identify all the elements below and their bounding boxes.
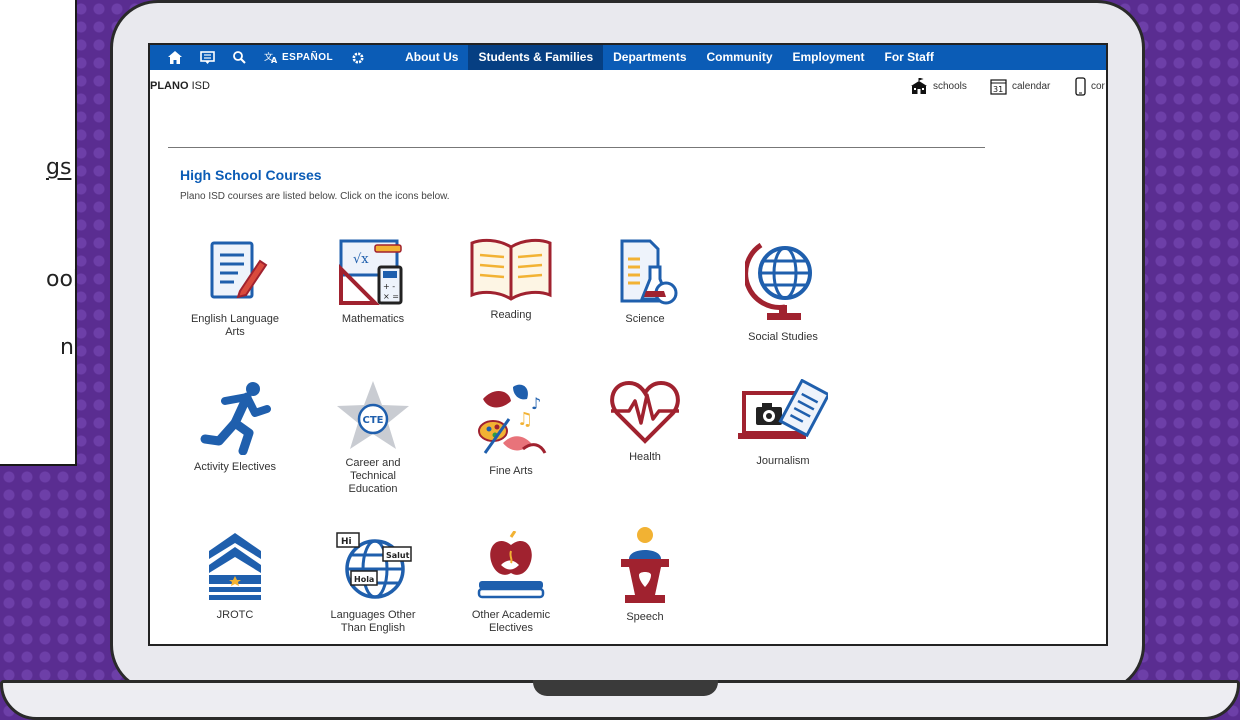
course-reading[interactable]: Reading (446, 235, 576, 322)
nav-departments[interactable]: Departments (603, 45, 696, 70)
course-label: Reading (490, 309, 532, 321)
svg-text:♫: ♫ (517, 409, 533, 430)
lab-flask-icon (620, 239, 678, 305)
course-journalism[interactable]: Journalism (718, 379, 848, 468)
course-label: Career and Technical Education (345, 457, 401, 495)
world-languages-icon: Hi Salut Hola (336, 532, 412, 599)
svg-text:Hi: Hi (341, 537, 352, 547)
laptop-notch (533, 680, 718, 696)
home-icon[interactable] (168, 51, 182, 64)
slide-text-fragment: ool (46, 267, 77, 292)
math-tools-icon: √x + - × = (339, 239, 403, 305)
course-label: JROTC (216, 609, 254, 621)
translate-icon: 文A (264, 51, 278, 64)
nav-community[interactable]: Community (697, 45, 783, 70)
cte-badge-text: CTE (363, 415, 384, 426)
language-label: ESPAÑOL (282, 52, 334, 63)
course-english-language-arts[interactable]: English Language Arts (170, 237, 300, 339)
cte-star-icon: CTE (337, 381, 409, 449)
content-divider (168, 147, 985, 148)
contact-link-label: cor (1091, 80, 1105, 92)
top-navigation-bar: 文A ESPAÑOL About Us Students & Families … (150, 45, 1106, 70)
school-building-icon (911, 78, 927, 94)
course-science[interactable]: Science (580, 237, 710, 326)
arts-collage-icon: ♪ ♫ (478, 384, 547, 454)
slide-text-fragment: n (60, 335, 74, 360)
svg-text:Hola: Hola (354, 575, 374, 584)
laptop-screen: 文A ESPAÑOL About Us Students & Families … (148, 43, 1108, 646)
district-logo-link[interactable]: PLANO ISD (150, 80, 210, 92)
settings-gear-icon[interactable] (351, 51, 365, 65)
calendar-link-label: calendar (1012, 80, 1051, 92)
calendar-icon: 31 (990, 78, 1007, 95)
course-label: Mathematics (341, 313, 405, 325)
svg-text:Salut: Salut (386, 551, 410, 560)
svg-text:A: A (271, 56, 278, 64)
heart-pulse-icon (610, 380, 680, 444)
course-label: Activity Electives (194, 461, 276, 473)
course-mathematics[interactable]: √x + - × = Mathematics (308, 237, 438, 326)
podium-speaker-icon (621, 527, 669, 603)
slide-text-panel: gs ool n (0, 0, 77, 466)
course-label: Health (629, 451, 661, 463)
course-label: Social Studies (748, 331, 818, 343)
district-name-rest: ISD (191, 80, 210, 92)
course-label: Speech (626, 611, 664, 623)
globe-icon (745, 242, 812, 320)
course-speech[interactable]: Speech (580, 525, 710, 624)
course-label: Science (625, 313, 665, 325)
course-label: Languages Other Than English (330, 609, 416, 634)
course-jrotc[interactable]: JROTC (170, 531, 300, 622)
site-header: PLANO ISD schools 31 calendar cor (150, 70, 1106, 102)
page-intro: Plano ISD courses are listed below. Clic… (180, 191, 450, 202)
course-activity-electives[interactable]: Activity Electives (170, 379, 300, 474)
course-health[interactable]: Health (580, 379, 710, 464)
course-label: English Language Arts (190, 313, 280, 338)
schools-link[interactable]: schools (910, 70, 967, 102)
district-name-bold: PLANO (150, 80, 189, 92)
svg-text:√x: √x (353, 252, 369, 267)
military-chevron-icon (209, 533, 261, 600)
course-social-studies[interactable]: Social Studies (718, 235, 848, 344)
laptop-camera-notes-icon (738, 379, 828, 439)
search-icon[interactable] (233, 51, 246, 64)
course-label: Fine Arts (489, 465, 533, 477)
course-other-academic-electives[interactable]: Other Academic Electives (446, 531, 576, 635)
svg-text:× =: × = (383, 292, 399, 301)
calendar-day: 31 (993, 85, 1003, 94)
course-fine-arts[interactable]: ♪ ♫ Fine Arts (446, 379, 576, 478)
nav-about-us[interactable]: About Us (395, 45, 468, 70)
page-title: High School Courses (180, 167, 322, 183)
course-label: Other Academic Electives (471, 609, 551, 634)
open-book-icon (470, 238, 552, 301)
course-career-technical-education[interactable]: CTE Career and Technical Education (308, 379, 438, 496)
svg-text:+ -: + - (383, 282, 395, 291)
nav-employment[interactable]: Employment (783, 45, 875, 70)
language-selector[interactable]: 文A ESPAÑOL (264, 51, 333, 64)
course-languages-other-than-english[interactable]: Hi Salut Hola Languages Other Than Englis… (308, 531, 438, 635)
runner-icon (200, 382, 271, 455)
nav-for-staff[interactable]: For Staff (875, 45, 944, 70)
document-pencil-icon (210, 241, 268, 299)
schools-link-label: schools (933, 80, 967, 92)
message-board-icon[interactable] (200, 50, 215, 65)
nav-students-families[interactable]: Students & Families (468, 45, 604, 70)
contact-link[interactable]: cor (1075, 70, 1105, 102)
mobile-phone-icon (1075, 76, 1086, 96)
apple-book-icon (477, 531, 545, 599)
calendar-link[interactable]: 31 calendar (990, 70, 1050, 102)
course-label: Journalism (756, 455, 810, 467)
slide-text-fragment: gs (46, 155, 72, 180)
